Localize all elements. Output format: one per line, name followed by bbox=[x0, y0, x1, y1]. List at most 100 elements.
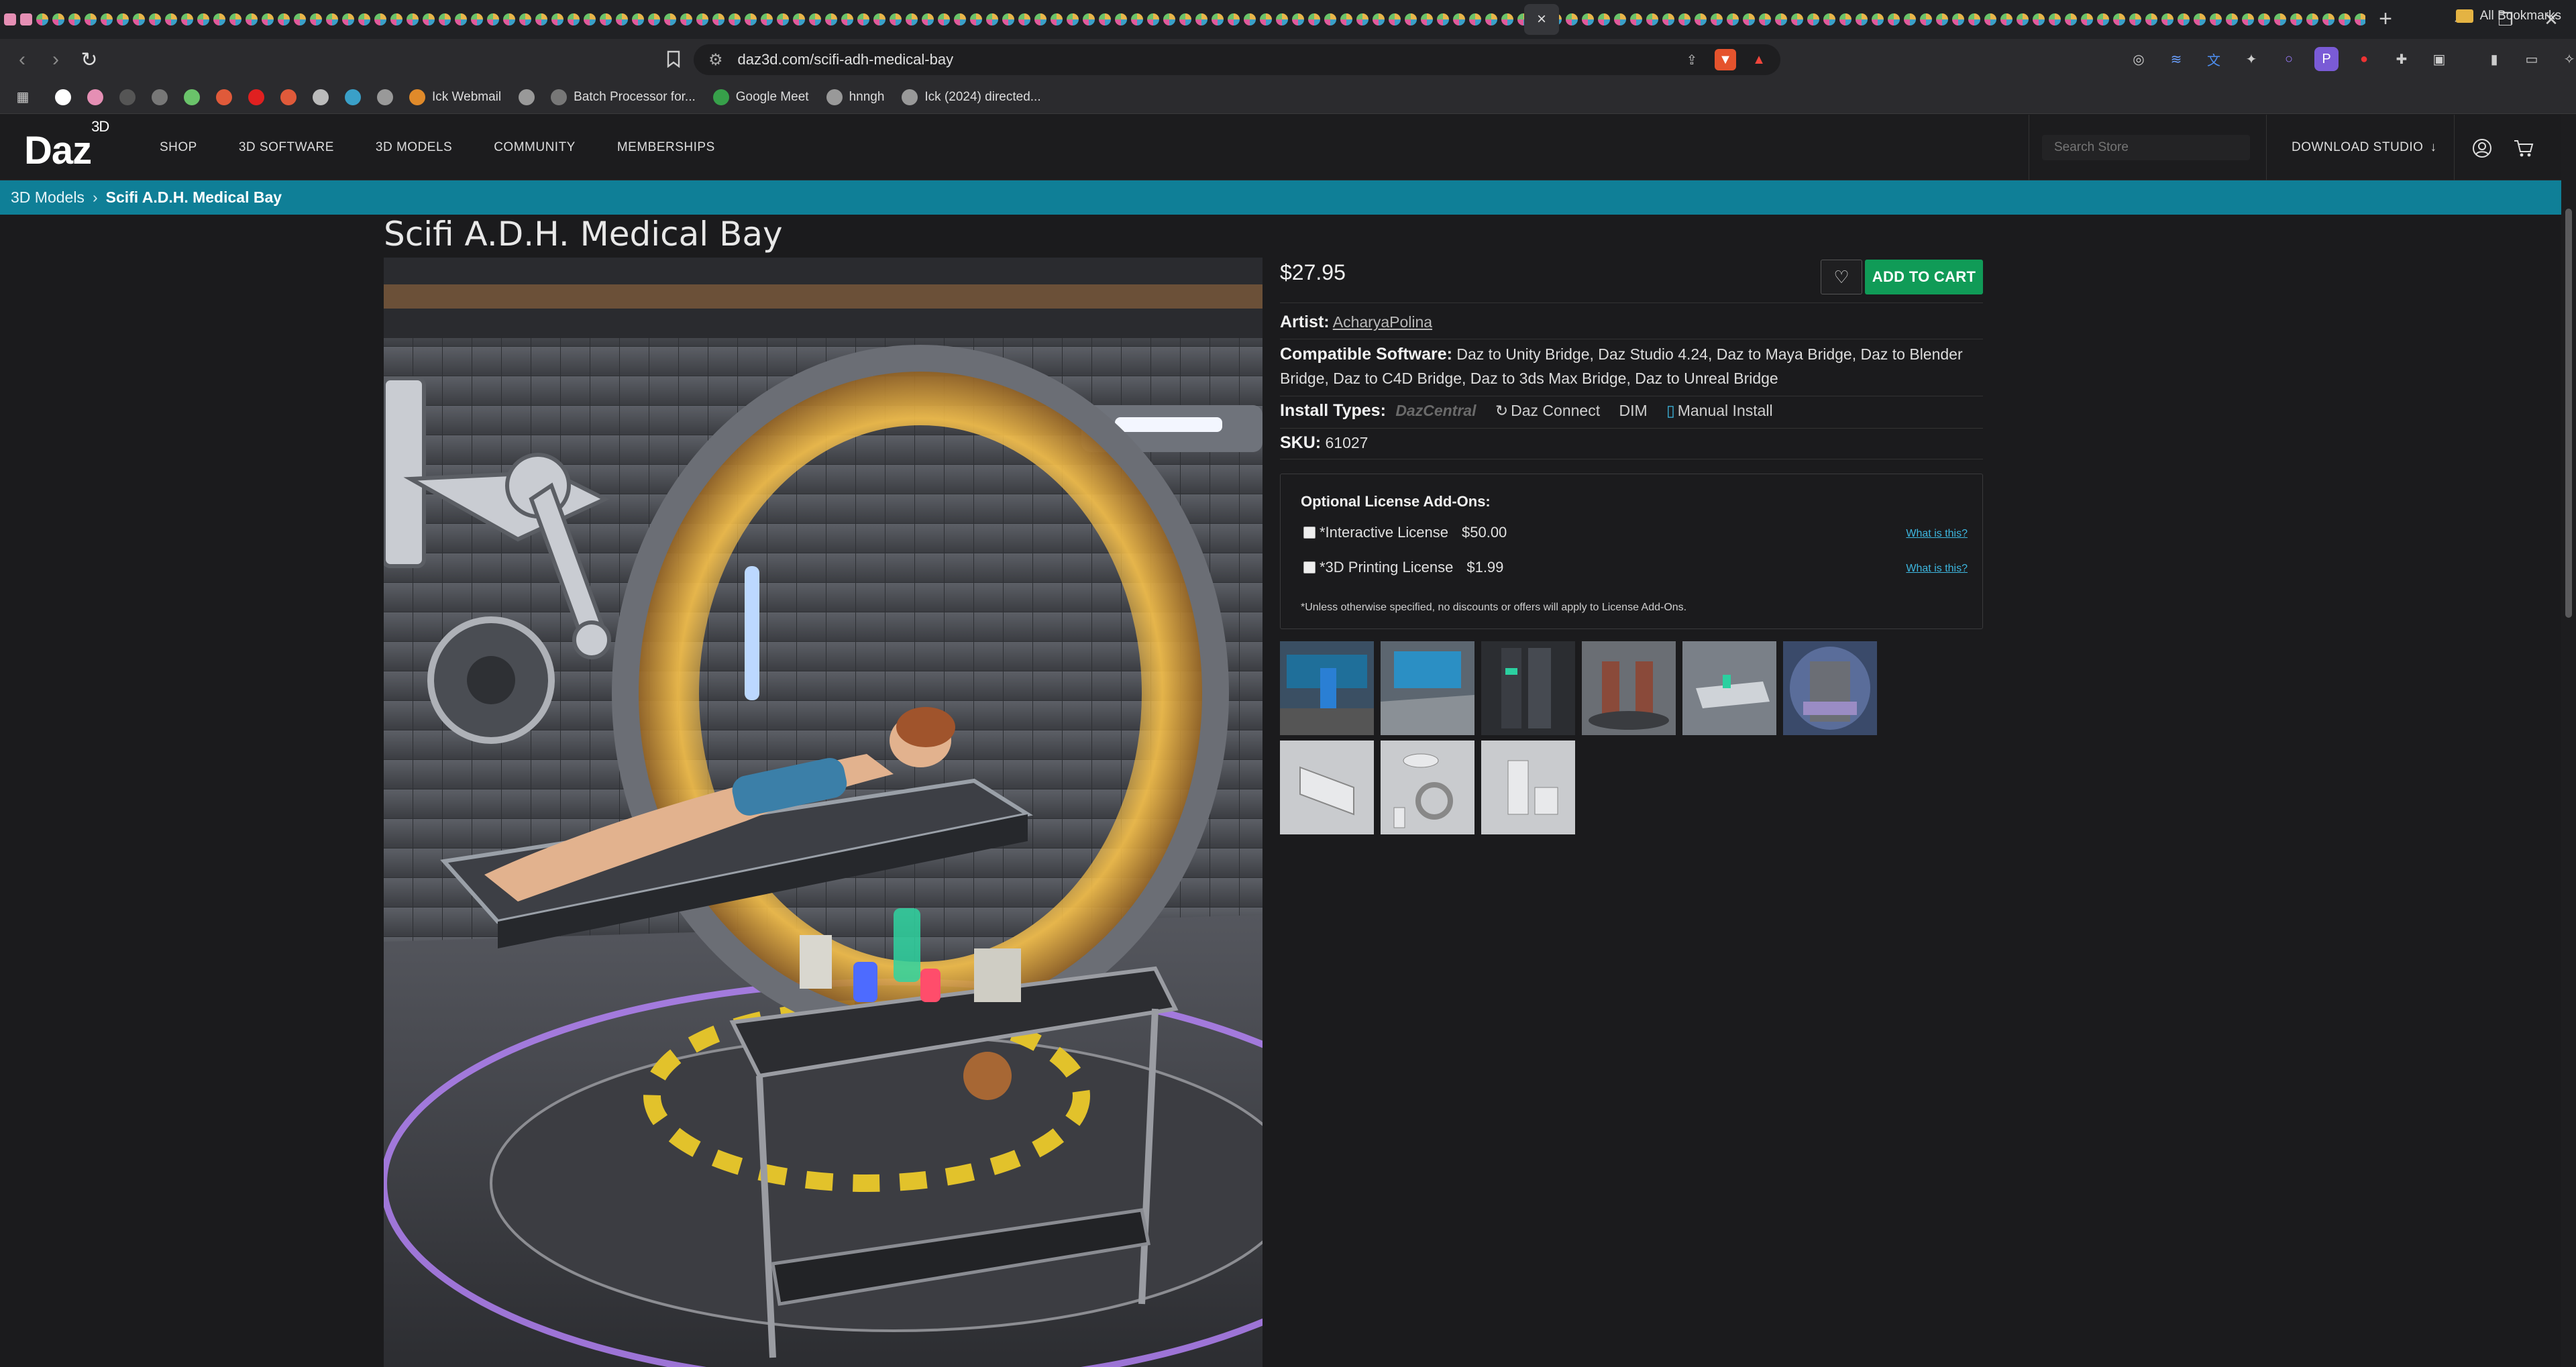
url-text[interactable]: daz3d.com/scifi-adh-medical-bay bbox=[738, 51, 954, 68]
tab-favicon-icon[interactable] bbox=[696, 13, 708, 25]
bookmark-item[interactable] bbox=[377, 89, 400, 105]
tab-favicon-icon[interactable] bbox=[2226, 13, 2238, 25]
tab-favicon-icon[interactable] bbox=[1856, 13, 1868, 25]
tab-favicon-icon[interactable] bbox=[1872, 13, 1884, 25]
tab-favicon-icon[interactable] bbox=[213, 13, 225, 25]
wishlist-heart-button[interactable]: ♡ bbox=[1821, 260, 1862, 294]
tab-favicon-icon[interactable] bbox=[1582, 13, 1594, 25]
tab-favicon-icon[interactable] bbox=[1115, 13, 1127, 25]
tab-favicon-icon[interactable] bbox=[85, 13, 97, 25]
add-to-cart-button[interactable]: ADD TO CART bbox=[1865, 260, 1983, 294]
thumbnail[interactable] bbox=[1280, 641, 1374, 735]
reload-icon[interactable]: ↻ bbox=[72, 43, 106, 76]
tab-favicon-icon[interactable] bbox=[455, 13, 467, 25]
tab-favicon-icon[interactable] bbox=[68, 13, 80, 25]
tab-favicon-icon[interactable] bbox=[1244, 13, 1256, 25]
tab-favicon-icon[interactable] bbox=[1566, 13, 1578, 25]
tab-favicon-icon[interactable] bbox=[20, 13, 32, 25]
tab-favicon-icon[interactable] bbox=[1051, 13, 1063, 25]
tab-favicon-icon[interactable] bbox=[1775, 13, 1787, 25]
tab-favicon-icon[interactable] bbox=[841, 13, 853, 25]
tab-favicon-icon[interactable] bbox=[1131, 13, 1143, 25]
tab-favicon-icon[interactable] bbox=[2306, 13, 2318, 25]
tab-favicon-icon[interactable] bbox=[439, 13, 451, 25]
tab-favicon-icon[interactable] bbox=[1373, 13, 1385, 25]
tab-favicon-icon[interactable] bbox=[165, 13, 177, 25]
tab-favicon-icon[interactable] bbox=[2017, 13, 2029, 25]
tab-favicon-icon[interactable] bbox=[1807, 13, 1819, 25]
nav-3d-models[interactable]: 3D MODELS bbox=[376, 140, 452, 155]
tab-favicon-icon[interactable] bbox=[310, 13, 322, 25]
tab-favicon-icon[interactable] bbox=[1469, 13, 1481, 25]
tab-favicon-icon[interactable] bbox=[873, 13, 885, 25]
tab-favicon-icon[interactable] bbox=[761, 13, 773, 25]
bookmark-item[interactable] bbox=[87, 89, 110, 105]
site-settings-icon[interactable]: ⚙ bbox=[708, 50, 723, 70]
tab-favicon-icon[interactable] bbox=[2290, 13, 2302, 25]
tab-favicon-icon[interactable] bbox=[278, 13, 290, 25]
tab-favicon-icon[interactable] bbox=[262, 13, 274, 25]
tab-favicon-icon[interactable] bbox=[970, 13, 982, 25]
account-icon[interactable] bbox=[2469, 135, 2496, 162]
tab-favicon-icon[interactable] bbox=[246, 13, 258, 25]
search-store-input[interactable] bbox=[2042, 135, 2250, 160]
breadcrumb-parent[interactable]: 3D Models bbox=[11, 188, 85, 207]
tab-favicon-icon[interactable] bbox=[922, 13, 934, 25]
tab-favicon-icon[interactable] bbox=[2161, 13, 2174, 25]
tab-favicon-icon[interactable] bbox=[1968, 13, 1980, 25]
tab-favicon-icon[interactable] bbox=[294, 13, 306, 25]
tab-favicon-icon[interactable] bbox=[906, 13, 918, 25]
share-icon[interactable]: ⇪ bbox=[1681, 49, 1703, 70]
product-hero-image[interactable] bbox=[384, 258, 1263, 1367]
tab-favicon-icon[interactable] bbox=[2113, 13, 2125, 25]
tab-favicon-icon[interactable] bbox=[2081, 13, 2093, 25]
tab-favicon-icon[interactable] bbox=[890, 13, 902, 25]
tab-favicon-icon[interactable] bbox=[2355, 13, 2365, 25]
tab-favicon-icon[interactable] bbox=[52, 13, 64, 25]
interactive-license-checkbox[interactable] bbox=[1303, 527, 1316, 539]
tab-favicon-icon[interactable] bbox=[1340, 13, 1352, 25]
red-drop-icon[interactable]: ● bbox=[2352, 47, 2376, 71]
tab-favicon-icon[interactable] bbox=[825, 13, 837, 25]
tab-favicon-icon[interactable] bbox=[487, 13, 499, 25]
tab-favicon-icon[interactable] bbox=[729, 13, 741, 25]
tab-favicon-icon[interactable] bbox=[2242, 13, 2254, 25]
screenshot-icon[interactable]: ▣ bbox=[2427, 47, 2451, 71]
thumbnail[interactable] bbox=[1481, 741, 1575, 834]
tab-favicon-icon[interactable] bbox=[1839, 13, 1851, 25]
tab-favicon-icon[interactable] bbox=[2145, 13, 2157, 25]
tab-favicon-icon[interactable] bbox=[358, 13, 370, 25]
tab-favicon-icon[interactable] bbox=[2178, 13, 2190, 25]
tab-favicon-icon[interactable] bbox=[1437, 13, 1449, 25]
tab-favicon-icon[interactable] bbox=[1260, 13, 1272, 25]
translate-icon[interactable]: 文 bbox=[2202, 47, 2226, 71]
tab-favicon-icon[interactable] bbox=[1147, 13, 1159, 25]
tab-favicon-icon[interactable] bbox=[1936, 13, 1948, 25]
artist-link[interactable]: AcharyaPolina bbox=[1333, 313, 1432, 331]
cursor-icon[interactable]: ✦ bbox=[2239, 47, 2263, 71]
forward-icon[interactable]: › bbox=[39, 43, 72, 76]
tab-favicon-icon[interactable] bbox=[777, 13, 789, 25]
active-tab-close-button[interactable]: × bbox=[1524, 4, 1559, 35]
tab-favicon-icon[interactable] bbox=[1678, 13, 1690, 25]
tab-favicon-icon[interactable] bbox=[600, 13, 612, 25]
tab-favicon-icon[interactable] bbox=[1920, 13, 1932, 25]
tab-favicon-icon[interactable] bbox=[149, 13, 161, 25]
wallet-icon[interactable]: ▭ bbox=[2520, 47, 2544, 71]
what-is-this-link[interactable]: What is this? bbox=[1906, 563, 1968, 575]
tab-favicon-icon[interactable] bbox=[197, 13, 209, 25]
bookmark-item[interactable]: hnngh bbox=[826, 89, 884, 105]
tab-favicon-icon[interactable] bbox=[551, 13, 564, 25]
cart-icon[interactable] bbox=[2510, 135, 2537, 162]
thumbnail[interactable] bbox=[1280, 741, 1374, 834]
tab-favicon-icon[interactable] bbox=[680, 13, 692, 25]
bookmark-item[interactable] bbox=[184, 89, 207, 105]
tab-favicon-icon[interactable] bbox=[1711, 13, 1723, 25]
tab-favicon-icon[interactable] bbox=[986, 13, 998, 25]
tab-favicon-icon[interactable] bbox=[1695, 13, 1707, 25]
tab-favicon-icon[interactable] bbox=[1485, 13, 1497, 25]
bookmark-item[interactable] bbox=[216, 89, 239, 105]
tab-favicon-icon[interactable] bbox=[101, 13, 113, 25]
tab-favicon-icon[interactable] bbox=[1743, 13, 1755, 25]
tab-favicon-icon[interactable] bbox=[133, 13, 145, 25]
